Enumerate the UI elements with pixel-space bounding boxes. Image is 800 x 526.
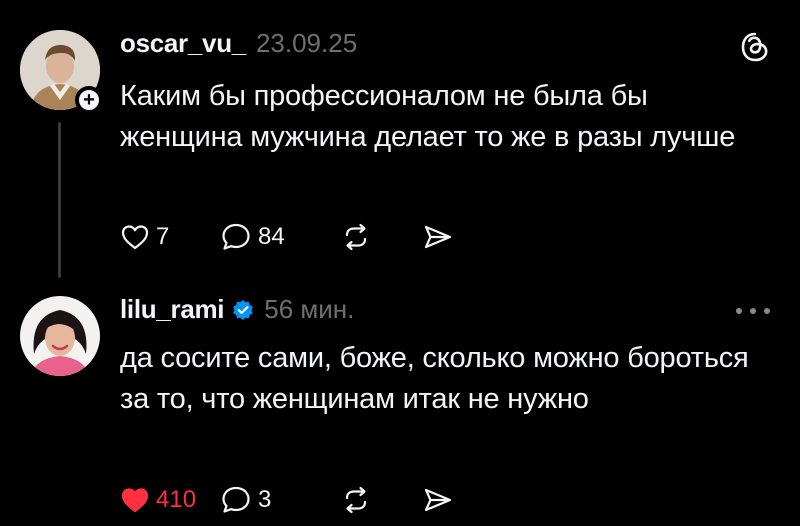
thread-post-reply: lilu_rami 56 мин. да сосите сами, боже, … <box>0 290 800 526</box>
action-bar: 410 3 <box>120 480 454 520</box>
comment-count: 84 <box>258 223 285 250</box>
follow-plus-button[interactable]: + <box>75 86 103 114</box>
repost-button[interactable] <box>340 222 422 252</box>
action-bar: 7 84 <box>120 217 454 257</box>
timestamp: 23.09.25 <box>255 28 358 58</box>
thread-post-original: + oscar_vu_ 23.09.25 Каким бы профессион… <box>0 0 800 290</box>
repost-button[interactable] <box>340 485 422 515</box>
post-text: Каким бы профессионалом не была бы женщи… <box>120 80 736 153</box>
thread-connector-line <box>58 122 61 278</box>
share-send-icon <box>424 488 452 512</box>
comment-bubble-icon <box>222 223 250 250</box>
comment-bubble-icon <box>222 486 250 513</box>
more-options-icon[interactable] <box>736 304 770 318</box>
comment-button[interactable]: 84 <box>220 222 340 252</box>
heart-outline-icon <box>121 225 149 250</box>
username[interactable]: oscar_vu_ <box>120 28 246 59</box>
threads-logo-icon <box>741 32 768 62</box>
like-button[interactable]: 410 <box>120 486 220 514</box>
like-count: 7 <box>156 223 170 250</box>
share-button[interactable] <box>422 222 454 252</box>
comment-button[interactable]: 3 <box>220 485 340 515</box>
post-header: lilu_rami 56 мин. <box>120 294 354 325</box>
heart-filled-icon <box>121 488 149 513</box>
post-header: oscar_vu_ 23.09.25 <box>120 28 357 59</box>
comment-count: 3 <box>258 486 272 513</box>
share-button[interactable] <box>422 485 454 515</box>
verified-badge-icon <box>233 300 254 320</box>
avatar[interactable] <box>20 296 100 376</box>
username[interactable]: lilu_rami <box>120 294 225 325</box>
avatar-photo-icon <box>20 296 100 376</box>
repost-arrows-icon <box>345 223 367 251</box>
like-count: 410 <box>156 486 197 513</box>
post-text: да сосите сами, боже, сколько можно боро… <box>120 342 749 415</box>
share-send-icon <box>424 225 452 249</box>
like-button[interactable]: 7 <box>120 223 220 251</box>
timestamp: 56 мин. <box>264 294 355 324</box>
repost-arrows-icon <box>345 486 367 514</box>
